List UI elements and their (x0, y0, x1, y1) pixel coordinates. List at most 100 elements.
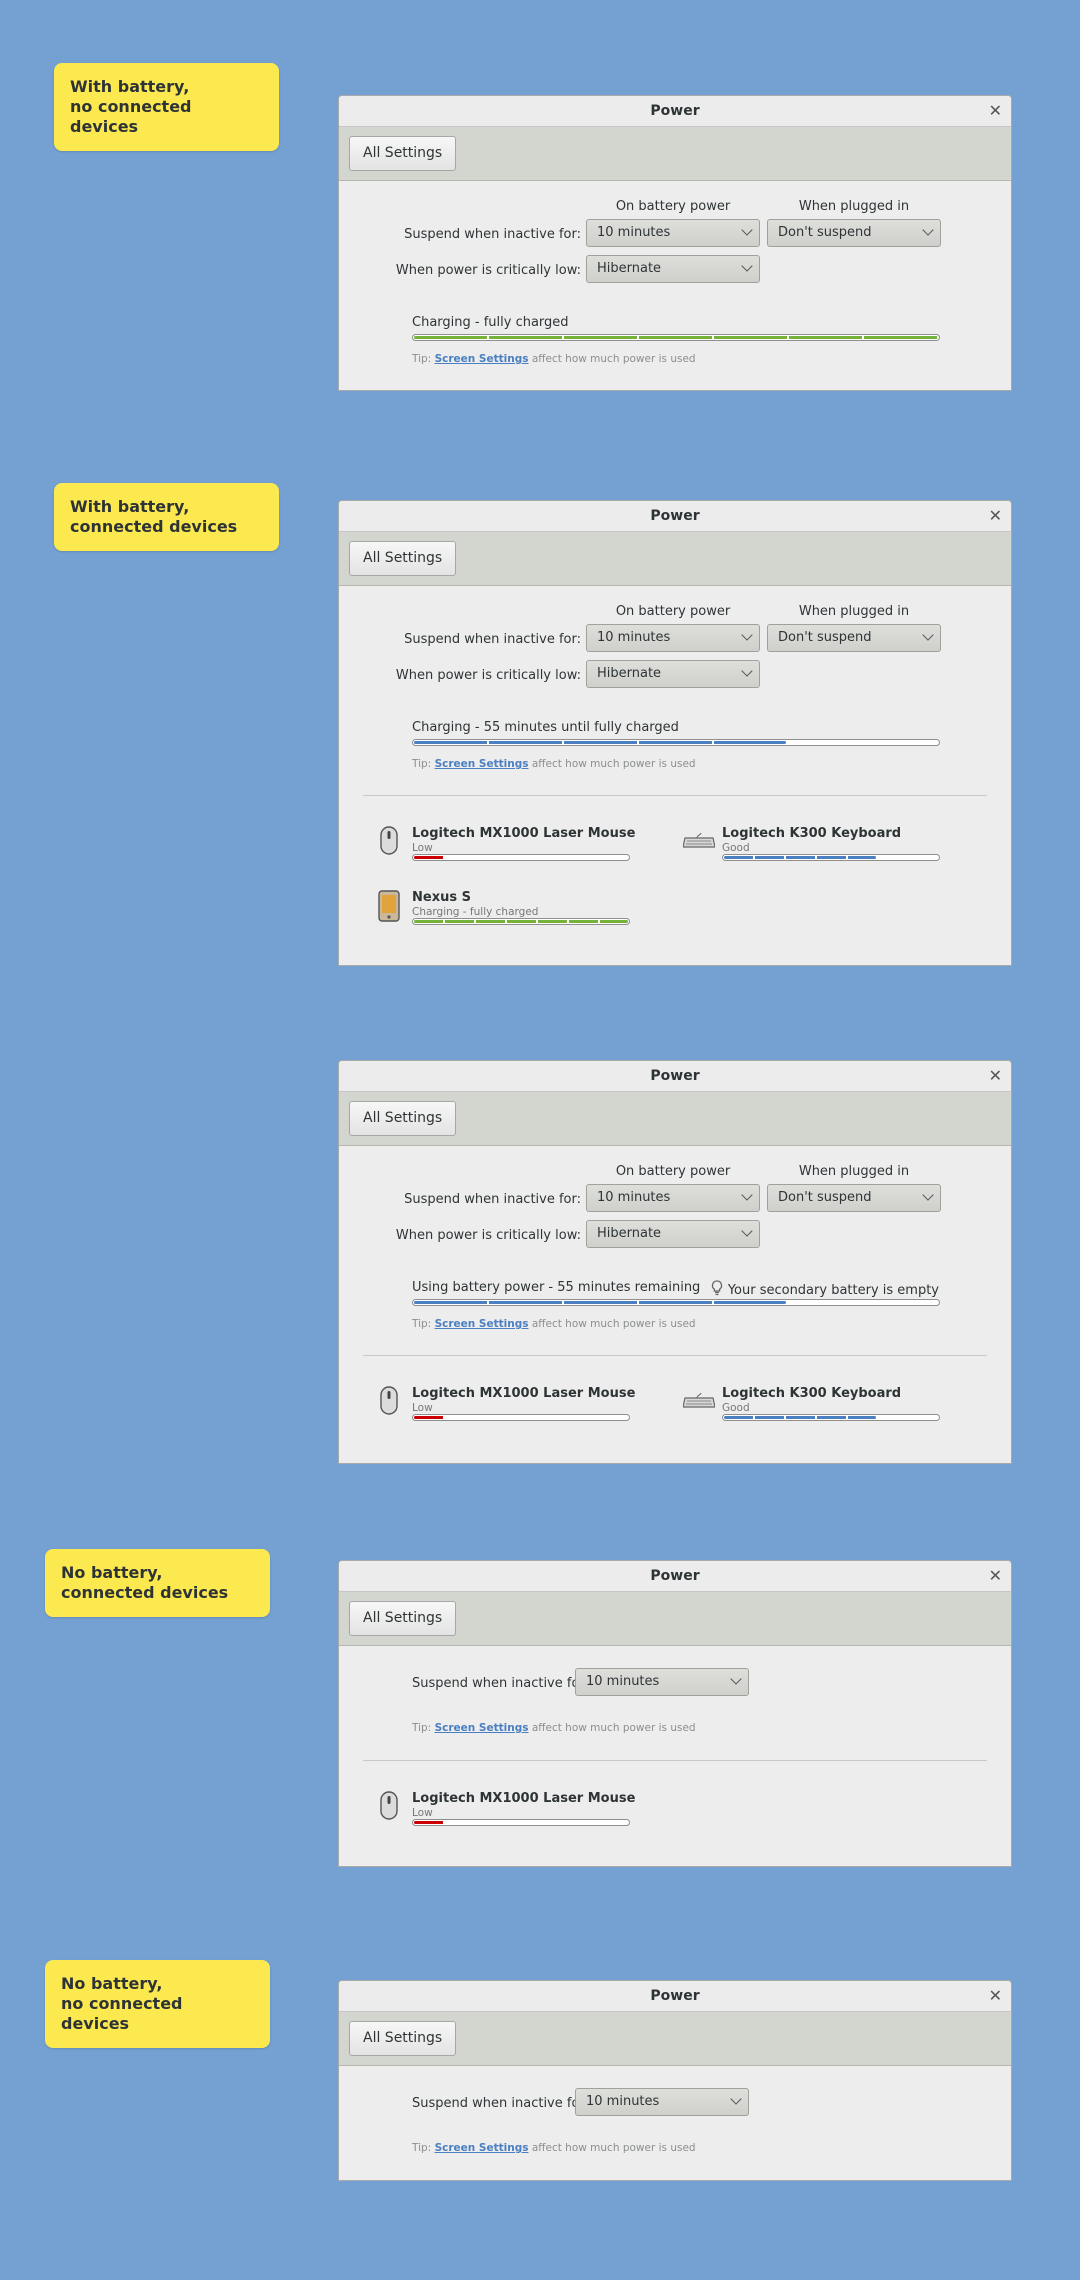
device-name: Logitech MX1000 Laser Mouse (412, 1386, 636, 1401)
battery-level-bar (412, 1299, 940, 1306)
tip-prefix: Tip: (412, 2142, 432, 2154)
separator (363, 1760, 987, 1761)
chevron-down-icon (730, 2093, 742, 2105)
mouse-icon (379, 1386, 399, 1420)
battery-level-fill (414, 1301, 786, 1304)
keyboard-icon (682, 1392, 716, 1413)
tip-suffix: affect how much power is used (531, 2142, 696, 2154)
tip-suffix: affect how much power is used (531, 758, 696, 770)
suspend-battery-combo[interactable]: 10 minutes (575, 2088, 749, 2116)
suspend-battery-combo[interactable]: 10 minutes (586, 624, 760, 652)
tip: Tip: Screen Settings affect how much pow… (412, 1318, 696, 1330)
screen-settings-link[interactable]: Screen Settings (435, 353, 529, 365)
close-icon[interactable]: ✕ (989, 1061, 1002, 1091)
header-plugged-in: When plugged in (798, 1164, 910, 1179)
all-settings-button[interactable]: All Settings (349, 1601, 457, 1636)
screen-settings-link[interactable]: Screen Settings (435, 2142, 529, 2154)
window-title: Power (650, 103, 700, 119)
device-level-fill (414, 1416, 444, 1419)
power-window-4: Power ✕ All Settings Suspend when inacti… (338, 1560, 1012, 1867)
combo-value: Don't suspend (778, 225, 872, 240)
close-icon[interactable]: ✕ (989, 1981, 1002, 2011)
suspend-label: Suspend when inactive for: (412, 2096, 589, 2111)
all-settings-button[interactable]: All Settings (349, 541, 457, 576)
critical-label: When power is critically low: (395, 668, 581, 683)
all-settings-button[interactable]: All Settings (349, 136, 457, 171)
combo-value: 10 minutes (597, 225, 671, 240)
suspend-battery-combo[interactable]: 10 minutes (575, 1668, 749, 1696)
close-icon[interactable]: ✕ (989, 1561, 1002, 1591)
suspend-battery-combo[interactable]: 10 minutes (586, 219, 760, 247)
battery-status: Charging - 55 minutes until fully charge… (412, 720, 679, 735)
chevron-down-icon (922, 1189, 934, 1201)
suspend-plugged-combo[interactable]: Don't suspend (767, 1184, 941, 1212)
battery-level-fill (414, 336, 938, 339)
header-plugged-in: When plugged in (798, 199, 910, 214)
device-level-bar (722, 1414, 940, 1421)
phone-icon (378, 890, 400, 926)
critical-combo[interactable]: Hibernate (586, 660, 760, 688)
power-window-5: Power ✕ All Settings Suspend when inacti… (338, 1980, 1012, 2181)
device-level-bar (722, 854, 940, 861)
device-status: Good (722, 1402, 750, 1414)
critical-label: When power is critically low: (395, 263, 581, 278)
warning-text: Your secondary battery is empty (727, 1283, 939, 1298)
device-level-bar (412, 1414, 630, 1421)
chevron-down-icon (741, 224, 753, 236)
device-name: Logitech K300 Keyboard (722, 826, 902, 841)
separator (363, 795, 987, 796)
note-no-battery-no-devices: No battery, no connected devices (45, 1960, 270, 2048)
close-icon[interactable]: ✕ (989, 96, 1002, 126)
tip-prefix: Tip: (412, 1722, 432, 1734)
toolbar: All Settings (339, 1592, 1011, 1646)
device-name: Nexus S (412, 890, 471, 905)
device-status: Low (412, 1402, 433, 1414)
device-status: Good (722, 842, 750, 854)
tip-suffix: affect how much power is used (531, 353, 696, 365)
device-level-bar (412, 1819, 630, 1826)
title-bar: Power ✕ (339, 1061, 1011, 1092)
chevron-down-icon (922, 629, 934, 641)
chevron-down-icon (922, 224, 934, 236)
window-title: Power (650, 508, 700, 524)
window-title: Power (650, 1988, 700, 2004)
combo-value: Don't suspend (778, 630, 872, 645)
combo-value: Hibernate (597, 261, 662, 276)
suspend-label: Suspend when inactive for: (404, 632, 581, 647)
device-status: Charging - fully charged (412, 906, 539, 918)
power-window-2: Power ✕ All Settings On battery power Wh… (338, 500, 1012, 966)
screen-settings-link[interactable]: Screen Settings (435, 758, 529, 770)
header-on-battery: On battery power (615, 604, 731, 619)
all-settings-button[interactable]: All Settings (349, 2021, 457, 2056)
combo-value: 10 minutes (597, 630, 671, 645)
screen-settings-link[interactable]: Screen Settings (435, 1318, 529, 1330)
device-level-bar (412, 918, 630, 925)
keyboard-icon (682, 832, 716, 853)
device-status: Low (412, 1807, 433, 1819)
secondary-battery-warning: Your secondary battery is empty (710, 1280, 939, 1298)
suspend-plugged-combo[interactable]: Don't suspend (767, 624, 941, 652)
window-title: Power (650, 1568, 700, 1584)
device-level-fill (724, 856, 876, 859)
combo-value: Don't suspend (778, 1190, 872, 1205)
combo-value: 10 minutes (586, 2094, 660, 2109)
close-icon[interactable]: ✕ (989, 501, 1002, 531)
tip: Tip: Screen Settings affect how much pow… (412, 758, 696, 770)
suspend-battery-combo[interactable]: 10 minutes (586, 1184, 760, 1212)
combo-value: 10 minutes (597, 1190, 671, 1205)
all-settings-button[interactable]: All Settings (349, 1101, 457, 1136)
device-level-fill (414, 1821, 444, 1824)
suspend-plugged-combo[interactable]: Don't suspend (767, 219, 941, 247)
battery-level-bar (412, 739, 940, 746)
suspend-label: Suspend when inactive for: (412, 1676, 589, 1691)
title-bar: Power ✕ (339, 501, 1011, 532)
critical-combo[interactable]: Hibernate (586, 1220, 760, 1248)
screen-settings-link[interactable]: Screen Settings (435, 1722, 529, 1734)
battery-level-fill (414, 741, 786, 744)
tip-suffix: affect how much power is used (531, 1722, 696, 1734)
mouse-icon (379, 1791, 399, 1825)
header-on-battery: On battery power (615, 1164, 731, 1179)
chevron-down-icon (741, 629, 753, 641)
critical-combo[interactable]: Hibernate (586, 255, 760, 283)
toolbar: All Settings (339, 2012, 1011, 2066)
